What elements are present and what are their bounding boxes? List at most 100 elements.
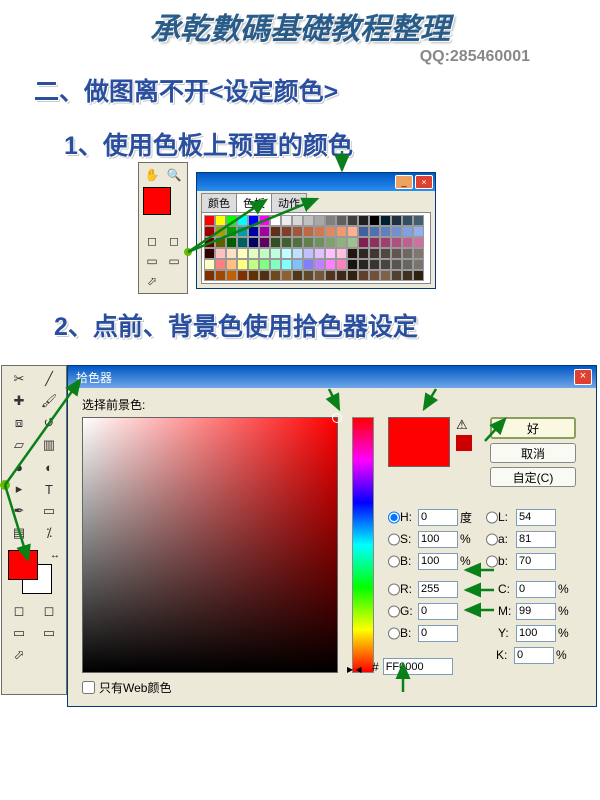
l-radio[interactable] bbox=[486, 509, 498, 526]
swatch-cell[interactable] bbox=[259, 215, 270, 226]
bb-input[interactable] bbox=[418, 625, 458, 642]
swatch-cell[interactable] bbox=[237, 259, 248, 270]
dodge-tool-icon[interactable]: ◐ bbox=[34, 456, 64, 478]
a-radio[interactable] bbox=[486, 531, 498, 548]
swatch-cell[interactable] bbox=[270, 259, 281, 270]
swatch-cell[interactable] bbox=[380, 215, 391, 226]
crop-tool-icon[interactable]: ✂ bbox=[4, 368, 34, 390]
swatch-cell[interactable] bbox=[215, 248, 226, 259]
swatch-cell[interactable] bbox=[325, 215, 336, 226]
swatch-cell[interactable] bbox=[391, 248, 402, 259]
swatch-cell[interactable] bbox=[215, 237, 226, 248]
quickmask-mode-icon[interactable]: ◻ bbox=[163, 231, 185, 251]
hand-tool-icon[interactable]: ✋ bbox=[141, 165, 163, 185]
swatch-cell[interactable] bbox=[259, 237, 270, 248]
swatch-cell[interactable] bbox=[204, 270, 215, 281]
swatch-cell[interactable] bbox=[336, 215, 347, 226]
swatch-cell[interactable] bbox=[281, 237, 292, 248]
swatch-cell[interactable] bbox=[270, 226, 281, 237]
swatch-cell[interactable] bbox=[325, 270, 336, 281]
swatch-cell[interactable] bbox=[259, 248, 270, 259]
s-radio[interactable] bbox=[388, 531, 400, 548]
swatch-cell[interactable] bbox=[391, 237, 402, 248]
swatch-cell[interactable] bbox=[204, 259, 215, 270]
swatch-cell[interactable] bbox=[358, 215, 369, 226]
swatch-cell[interactable] bbox=[402, 270, 413, 281]
swatch-cell[interactable] bbox=[402, 226, 413, 237]
path-select-icon[interactable]: ▸ bbox=[4, 478, 34, 500]
swatch-cell[interactable] bbox=[380, 226, 391, 237]
swatch-cell[interactable] bbox=[237, 248, 248, 259]
swatch-cell[interactable] bbox=[281, 248, 292, 259]
pen-tool-icon[interactable]: ✒ bbox=[4, 500, 34, 522]
swatch-cell[interactable] bbox=[314, 248, 325, 259]
swatch-cell[interactable] bbox=[369, 248, 380, 259]
swatch-cell[interactable] bbox=[336, 270, 347, 281]
swatch-cell[interactable] bbox=[281, 270, 292, 281]
quickmask-icon[interactable]: ◻ bbox=[34, 600, 64, 622]
swatch-cell[interactable] bbox=[325, 237, 336, 248]
swatch-cell[interactable] bbox=[215, 226, 226, 237]
swatch-cell[interactable] bbox=[292, 270, 303, 281]
eraser-tool-icon[interactable]: ▱ bbox=[4, 434, 34, 456]
swatch-cell[interactable] bbox=[413, 237, 424, 248]
swatch-cell[interactable] bbox=[226, 226, 237, 237]
swatch-cell[interactable] bbox=[413, 270, 424, 281]
hex-input[interactable] bbox=[383, 658, 453, 675]
swatch-cell[interactable] bbox=[413, 215, 424, 226]
swatch-cell[interactable] bbox=[248, 237, 259, 248]
swatch-cell[interactable] bbox=[303, 226, 314, 237]
swatch-cell[interactable] bbox=[237, 270, 248, 281]
swatch-cell[interactable] bbox=[204, 226, 215, 237]
swatch-cell[interactable] bbox=[226, 248, 237, 259]
s-input[interactable] bbox=[418, 531, 458, 548]
swatch-cell[interactable] bbox=[237, 215, 248, 226]
swatch-cell[interactable] bbox=[303, 259, 314, 270]
swatch-cell[interactable] bbox=[336, 237, 347, 248]
swatch-cell[interactable] bbox=[292, 248, 303, 259]
l-input[interactable] bbox=[516, 509, 556, 526]
swatch-cell[interactable] bbox=[292, 237, 303, 248]
swatch-cell[interactable] bbox=[380, 270, 391, 281]
minimize-button[interactable]: _ bbox=[395, 175, 413, 189]
swatch-cell[interactable] bbox=[369, 270, 380, 281]
screen-2-icon[interactable]: ▭ bbox=[34, 622, 64, 644]
y-input[interactable] bbox=[516, 625, 556, 642]
tab-actions[interactable]: 动作 bbox=[271, 193, 307, 212]
b2-input[interactable] bbox=[516, 553, 556, 570]
imageready-jump-icon[interactable]: ⬀ bbox=[4, 644, 34, 666]
swatch-cell[interactable] bbox=[270, 248, 281, 259]
swatch-cell[interactable] bbox=[413, 226, 424, 237]
brush-tool-icon[interactable]: 🖌 bbox=[34, 390, 64, 412]
swatch-cell[interactable] bbox=[358, 248, 369, 259]
swatch-cell[interactable] bbox=[347, 270, 358, 281]
close-button[interactable]: × bbox=[415, 175, 433, 189]
c-input[interactable] bbox=[516, 581, 556, 598]
swatch-cell[interactable] bbox=[226, 270, 237, 281]
swatch-cell[interactable] bbox=[248, 215, 259, 226]
swatch-cell[interactable] bbox=[347, 237, 358, 248]
standard-mode-icon[interactable]: ◻ bbox=[4, 600, 34, 622]
foreground-color-swatch[interactable] bbox=[8, 550, 38, 580]
swatch-cell[interactable] bbox=[204, 237, 215, 248]
swatch-cell[interactable] bbox=[281, 259, 292, 270]
swatch-cell[interactable] bbox=[259, 226, 270, 237]
swatch-cell[interactable] bbox=[281, 226, 292, 237]
a-input[interactable] bbox=[516, 531, 556, 548]
standard-mode-icon[interactable]: ◻ bbox=[141, 231, 163, 251]
swatch-cell[interactable] bbox=[226, 259, 237, 270]
swatch-cell[interactable] bbox=[402, 215, 413, 226]
swap-colors-icon[interactable]: ↔ bbox=[50, 550, 60, 561]
stamp-tool-icon[interactable]: ⧈ bbox=[4, 412, 34, 434]
swatch-cell[interactable] bbox=[270, 237, 281, 248]
gamut-warning-icon[interactable]: ⚠ bbox=[456, 417, 472, 433]
swatch-cell[interactable] bbox=[336, 248, 347, 259]
gamut-swatch[interactable] bbox=[456, 435, 472, 451]
gradient-tool-icon[interactable]: ▥ bbox=[34, 434, 64, 456]
swatch-cell[interactable] bbox=[369, 259, 380, 270]
swatch-cell[interactable] bbox=[314, 226, 325, 237]
swatch-cell[interactable] bbox=[314, 215, 325, 226]
web-only-checkbox[interactable] bbox=[82, 681, 95, 694]
swatch-cell[interactable] bbox=[281, 215, 292, 226]
swatch-cell[interactable] bbox=[292, 259, 303, 270]
